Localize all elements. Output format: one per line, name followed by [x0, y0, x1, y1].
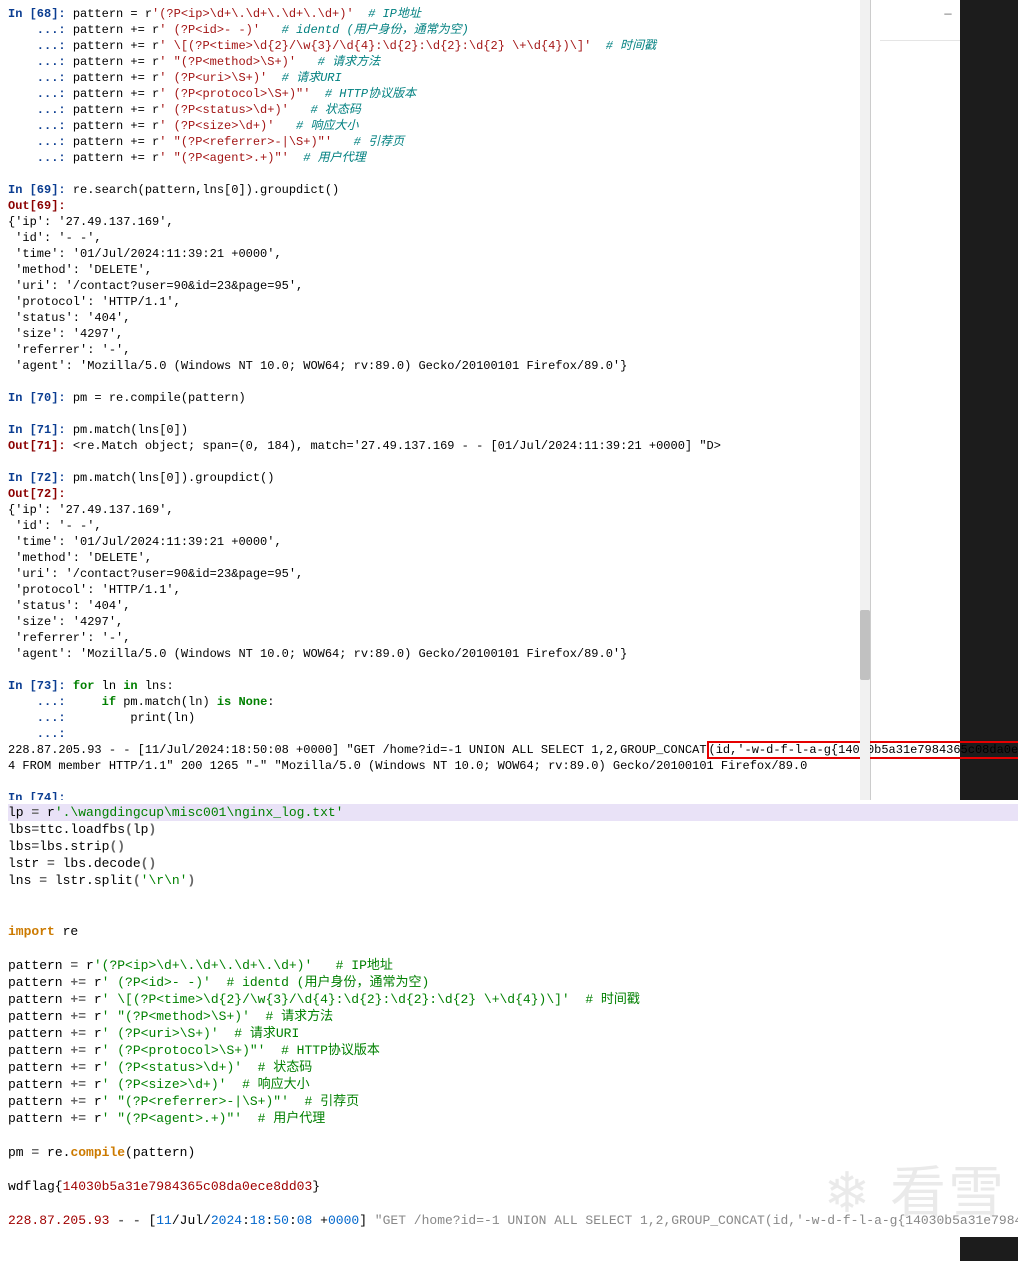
cell-71[interactable]: In [71]: pm.match(lns[0]) Out[71]: <re.M…: [8, 422, 862, 454]
watermark-kanxue: ❄ 看雪: [824, 1185, 1006, 1201]
minimize-button[interactable]: —: [934, 6, 962, 26]
cell-70[interactable]: In [70]: pm = re.compile(pattern): [8, 390, 862, 406]
cell-69[interactable]: In [69]: re.search(pattern,lns[0]).group…: [8, 182, 862, 374]
cell-72[interactable]: In [72]: pm.match(lns[0]).groupdict() Ou…: [8, 470, 862, 662]
selected-line[interactable]: lp = rlp = r'.\wangdingcup\misc001\nginx…: [8, 804, 1018, 821]
scrollbar-thumb[interactable]: [860, 610, 870, 680]
in-prompt-73: In [73]:: [8, 679, 73, 693]
ipython-console-pane[interactable]: In [68]: pattern = r'(?P<ip>\d+\.\d+\.\d…: [0, 0, 871, 800]
in-prompt-69: In [69]:: [8, 183, 73, 197]
cell-68[interactable]: In [68]: pattern = r'(?P<ip>\d+\.\d+\.\d…: [8, 6, 862, 166]
in-prompt-70: In [70]:: [8, 391, 73, 405]
out-prompt-72: Out[72]:: [8, 487, 66, 501]
out-prompt-71: Out[71]:: [8, 439, 73, 453]
console-scrollbar[interactable]: [860, 0, 870, 800]
out-prompt-69: Out[69]:: [8, 199, 66, 213]
cell-73[interactable]: In [73]: for ln in lns: ...: if pm.match…: [8, 678, 862, 774]
in-prompt-72: In [72]:: [8, 471, 73, 485]
in-prompt-71: In [71]:: [8, 423, 73, 437]
in-prompt-68: In [68]:: [8, 7, 73, 21]
